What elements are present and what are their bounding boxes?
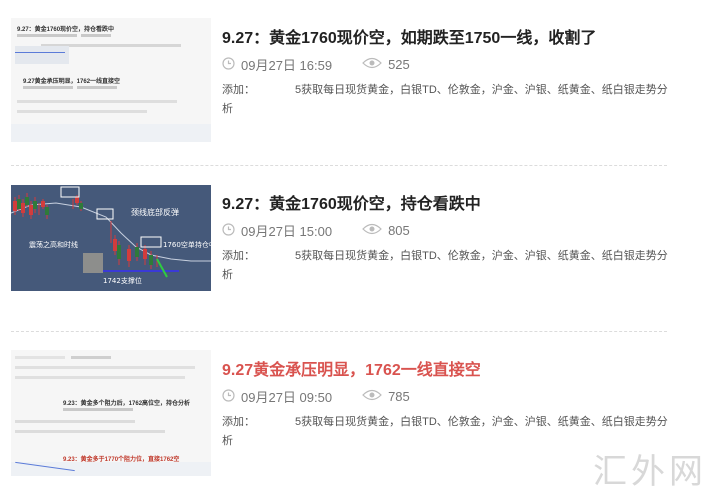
summary-prefix: 添加： bbox=[222, 416, 255, 428]
summary-prefix: 添加： bbox=[222, 84, 255, 96]
site-watermark: 汇外网 bbox=[593, 452, 707, 492]
view-count-value: 525 bbox=[388, 57, 410, 72]
thumb-heading: 9.23：黄金多个阻力后，1762高位空，持仓分析 bbox=[63, 401, 191, 407]
article-thumbnail[interactable]: 9.27：黄金1760现价空，持仓看跌中 9.27黄金承压明显，1762一线直接… bbox=[11, 18, 211, 142]
thumb-heading: 9.27：黄金1760现价空，持仓看跌中 bbox=[17, 27, 115, 33]
eye-icon bbox=[362, 389, 382, 404]
clock-icon bbox=[222, 388, 235, 405]
clock-icon bbox=[222, 222, 235, 239]
divider bbox=[11, 165, 667, 166]
view-count: 785 bbox=[362, 389, 410, 404]
article-date: 09月27日 09:50 bbox=[241, 390, 333, 405]
summary-body: 5获取每日现货黄金，白银TD、伦敦金，沪金、沪银、纸黄金、纸白银走势分析 bbox=[222, 250, 668, 281]
summary-prefix: 添加： bbox=[222, 250, 255, 262]
chart-label: 1742支撑位 bbox=[103, 276, 142, 285]
chart-label: 震荡之高和时线 bbox=[29, 240, 78, 249]
article-thumbnail[interactable]: 9.23：黄金多个阻力后，1762高位空，持仓分析 9.23：黄金多于1770个… bbox=[11, 350, 211, 476]
chart-label: 颈线底部反弹 bbox=[131, 207, 179, 217]
article-meta: 09月27日 16:59 525 bbox=[222, 55, 410, 74]
article-summary: 添加： 5获取每日现货黄金，白银TD、伦敦金，沪金、沪银、纸黄金、纸白银走势分析 bbox=[222, 81, 672, 119]
article-title[interactable]: 9.27：黄金1760现价空，持仓看跌中 bbox=[222, 190, 481, 214]
eye-icon bbox=[362, 57, 382, 72]
view-count-value: 785 bbox=[388, 389, 410, 404]
article-thumbnail[interactable]: 颈线底部反弹 震荡之高和时线 1760空单持仓中 1742支撑位 bbox=[11, 185, 211, 291]
chart-label: 1760空单持仓中 bbox=[163, 240, 211, 249]
summary-body: 5获取每日现货黄金，白银TD、伦敦金，沪金、沪银、纸黄金、纸白银走势分析 bbox=[222, 416, 668, 447]
article-meta: 09月27日 09:50 785 bbox=[222, 387, 410, 406]
view-count-value: 805 bbox=[388, 223, 410, 238]
article-date: 09月27日 16:59 bbox=[241, 58, 333, 73]
article-summary: 添加： 5获取每日现货黄金，白银TD、伦敦金，沪金、沪银、纸黄金、纸白银走势分析 bbox=[222, 247, 672, 285]
eye-icon bbox=[362, 223, 382, 238]
view-count: 805 bbox=[362, 223, 410, 238]
view-count: 525 bbox=[362, 57, 410, 72]
article-title[interactable]: 9.27：黄金1760现价空，如期跌至1750一线，收割了 bbox=[222, 24, 596, 48]
article-title[interactable]: 9.27黄金承压明显，1762一线直接空 bbox=[222, 356, 481, 380]
clock-icon bbox=[222, 56, 235, 73]
article-date: 09月27日 15:00 bbox=[241, 224, 333, 239]
article-meta: 09月27日 15:00 805 bbox=[222, 221, 410, 240]
thumb-heading: 9.27黄金承压明显，1762一线直接空 bbox=[23, 79, 121, 85]
divider bbox=[11, 331, 667, 332]
summary-body: 5获取每日现货黄金，白银TD、伦敦金，沪金、沪银、纸黄金、纸白银走势分析 bbox=[222, 84, 668, 115]
